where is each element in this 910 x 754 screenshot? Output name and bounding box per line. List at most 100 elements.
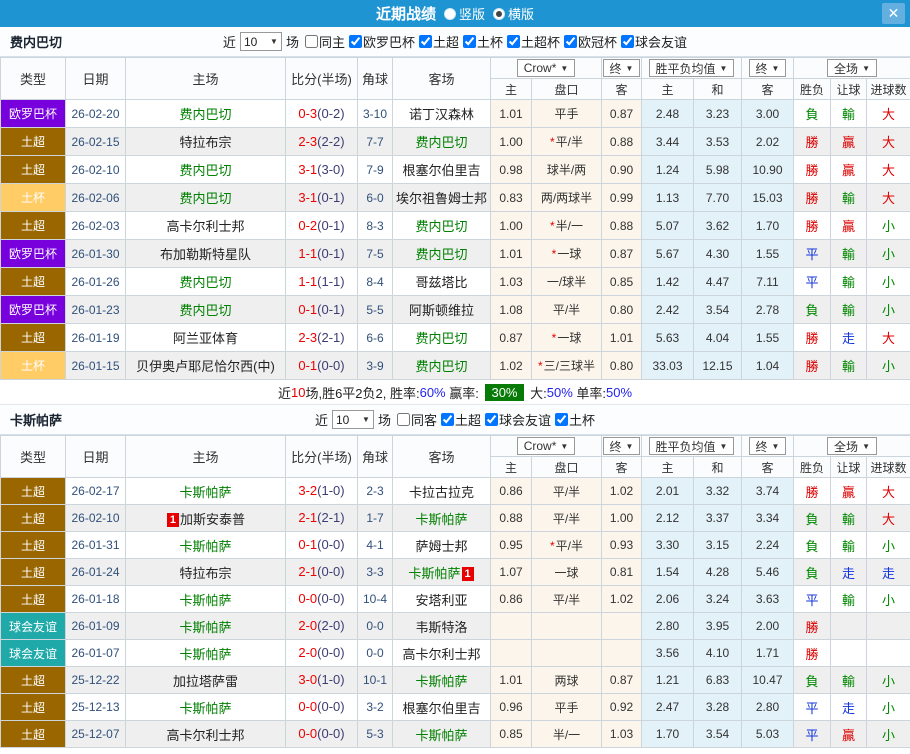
league-filter-input[interactable]	[463, 35, 476, 48]
match-row: 欧罗巴杯 26-02-20 费内巴切 0-3(0-2) 3-10 诺丁汉森林 1.01 平手 0…	[0, 99, 910, 128]
handicap-home-odds: 0.88	[490, 504, 532, 532]
league-filter-label: 欧罗巴杯	[362, 35, 415, 50]
dropdown-arrow-icon: ▼	[862, 441, 870, 451]
crown-odds-select[interactable]: Crow* ▼	[516, 59, 576, 77]
league-filter-checkbox[interactable]: 土超	[418, 32, 459, 51]
league-filter-checkbox[interactable]: 土杯	[555, 410, 595, 429]
away-team-cell: 费内巴切	[392, 351, 491, 380]
league-filter-checkbox[interactable]: 土超杯	[507, 32, 560, 51]
avg-odds-select[interactable]: 胜平负均值 ▼	[648, 59, 735, 77]
half-time-score: (2-1)	[317, 329, 345, 345]
away-team-cell: 安塔利亚	[392, 585, 491, 613]
date-cell: 26-01-09	[65, 612, 126, 640]
col-home: 主场	[125, 435, 286, 478]
full-time-score: 3-1	[298, 161, 318, 177]
final-handicap-header: 终 ▼	[601, 435, 642, 457]
score-cell: 0-1(0-1)	[285, 295, 358, 324]
avg-draw-odds: 3.54	[693, 295, 742, 324]
date-cell: 26-01-30	[65, 239, 126, 268]
radio-label: 横版	[508, 7, 535, 22]
league-filter-input[interactable]	[485, 413, 499, 426]
section-bar: 卡斯帕萨 近 10 ▼ 场 同客 土超 球会友谊 土杯	[0, 405, 910, 435]
handicap-result-cell: 走	[830, 558, 867, 586]
league-filter-input[interactable]	[348, 35, 362, 48]
same-venue-label: 同主	[318, 35, 345, 50]
team-section-home: 费内巴切 近 10 ▼ 场 同主 欧罗巴杯土超土杯土超杯欧冠杯球会友谊	[0, 27, 910, 405]
full-match-select[interactable]: 全场 ▼	[827, 59, 877, 77]
summary-segment: 近	[277, 385, 291, 401]
layout-option-horizontal[interactable]: 横版	[493, 4, 534, 23]
same-venue-checkbox[interactable]: 同客	[396, 410, 437, 429]
full-time-score: 3-0	[298, 672, 318, 687]
league-filter-checkbox[interactable]: 欧罗巴杯	[348, 32, 415, 51]
team-name-text: 费内巴切	[179, 191, 232, 206]
league-filter-input[interactable]	[555, 413, 569, 426]
league-filter-input[interactable]	[564, 35, 578, 48]
avg-draw-odds: 7.70	[693, 183, 742, 212]
corner-cell: 8-3	[357, 211, 393, 240]
avg-draw-odds: 3.37	[693, 504, 742, 532]
league-filter-label: 球会友谊	[499, 413, 552, 428]
half-time-score: (1-0)	[317, 672, 345, 687]
match-row: 土超 25-12-07 高卡尔利士邦 0-0(0-0) 5-3 卡斯帕萨 0.85 半/一 1.…	[0, 720, 910, 748]
early-odds-star: *	[549, 219, 555, 233]
league-filter-input[interactable]	[507, 35, 521, 48]
handicap-line: *三/三球半	[531, 351, 602, 380]
full-match-select[interactable]: 全场 ▼	[827, 437, 877, 455]
recent-count-select[interactable]: 10 ▼	[331, 410, 374, 429]
league-cell: 土杯	[0, 183, 66, 212]
away-team-cell: 卡斯帕萨	[392, 666, 491, 694]
league-filter-input[interactable]	[418, 35, 432, 48]
league-cell: 土超	[0, 531, 66, 559]
away-team-cell: 卡斯帕萨	[392, 504, 491, 532]
avg-odds-select[interactable]: 胜平负均值 ▼	[648, 437, 735, 455]
league-filter-input[interactable]	[441, 413, 454, 426]
subcol-handicap-home: 主	[490, 78, 532, 100]
section-bar: 费内巴切 近 10 ▼ 场 同主 欧罗巴杯 土超 土杯 土超杯 欧冠杯 球会友谊	[0, 27, 910, 57]
handicap-result-cell: 輸	[830, 504, 867, 532]
date-cell: 26-01-07	[65, 639, 126, 667]
league-filter-checkbox[interactable]: 土超	[441, 410, 481, 429]
home-team-cell: 卡斯帕萨	[125, 639, 286, 667]
same-venue-input[interactable]	[396, 413, 410, 426]
goals-result-cell: 走	[865, 558, 910, 586]
subcol-goals: 进球数	[865, 456, 910, 478]
avg-away-odds: 3.74	[741, 477, 794, 505]
close-button[interactable]: ✕	[882, 3, 905, 24]
league-filter-input[interactable]	[621, 35, 635, 48]
summary-segment: 30%	[485, 383, 524, 401]
avg-home-odds: 3.30	[641, 531, 694, 559]
crown-odds-select[interactable]: Crow* ▼	[516, 437, 576, 455]
handicap-line: 平手	[531, 693, 602, 721]
handicap-home-odds: 1.01	[490, 666, 532, 694]
league-filter-checkbox[interactable]: 球会友谊	[485, 410, 551, 429]
date-cell: 26-02-03	[65, 211, 126, 240]
handicap-away-odds: 0.87	[601, 99, 642, 128]
league-cell: 土超	[0, 558, 66, 586]
home-team-cell: 卡斯帕萨	[125, 531, 286, 559]
match-row: 土超 26-01-19 阿兰亚体育 2-3(2-1) 6-6 费内巴切 0.87 *一球 1.0…	[0, 323, 910, 352]
final-handicap-select[interactable]: 终 ▼	[602, 59, 641, 77]
subcol-avg-draw: 和	[693, 78, 742, 100]
same-venue-input[interactable]	[304, 35, 318, 48]
full-time-score: 3-2	[298, 483, 318, 498]
date-cell: 26-02-10	[65, 504, 126, 532]
league-filter-checkbox[interactable]: 欧冠杯	[564, 32, 617, 51]
recent-count-select[interactable]: 10 ▼	[239, 32, 282, 51]
league-filter-checkbox[interactable]: 土杯	[463, 32, 503, 51]
same-venue-checkbox[interactable]: 同主	[304, 32, 345, 51]
final-handicap-select[interactable]: 终 ▼	[602, 437, 641, 455]
match-row: 球会友谊 26-01-07 卡斯帕萨 2-0(0-0) 0-0 高卡尔利士邦 3.56 4.1…	[0, 639, 910, 667]
team-name-text: 加斯安泰普	[179, 511, 245, 527]
handicap-line: 平/半	[531, 295, 602, 324]
final-avg-select[interactable]: 终 ▼	[748, 59, 787, 77]
handicap-away-odds: 0.85	[601, 267, 642, 296]
league-filter-checkbox[interactable]: 球会友谊	[621, 32, 687, 51]
final-avg-select[interactable]: 终 ▼	[748, 437, 787, 455]
corner-cell: 3-3	[357, 558, 393, 586]
layout-option-vertical[interactable]: 竖版	[443, 4, 485, 23]
home-team-cell: 高卡尔利士邦	[125, 720, 286, 748]
away-team-cell: 哥兹塔比	[392, 267, 491, 296]
red-card-badge: 1	[461, 566, 474, 581]
handicap-home-odds: 1.01	[490, 239, 532, 268]
